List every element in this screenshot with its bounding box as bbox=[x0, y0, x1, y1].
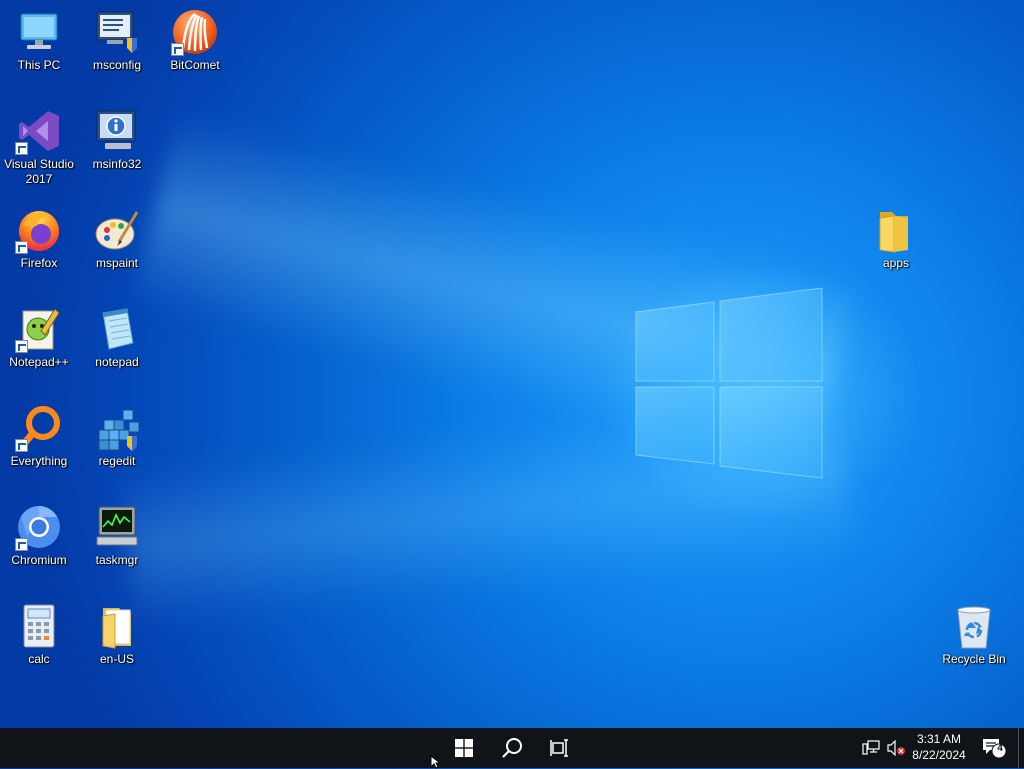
mspaint-icon bbox=[93, 206, 141, 254]
desktop-icon-msinfo32[interactable]: msinfo32 bbox=[79, 103, 155, 172]
calculator-icon bbox=[15, 602, 63, 650]
task-view-icon bbox=[550, 739, 568, 757]
icon-label: Chromium bbox=[11, 553, 67, 567]
desktop-icon-chromium[interactable]: Chromium bbox=[1, 499, 77, 568]
shortcut-arrow-icon bbox=[15, 340, 28, 353]
icon-label: calc bbox=[28, 652, 50, 666]
notepad-icon bbox=[93, 305, 141, 353]
regedit-icon bbox=[93, 404, 141, 452]
desktop-icon-mspaint[interactable]: mspaint bbox=[79, 202, 155, 271]
notepad-plus-plus-icon bbox=[15, 305, 63, 353]
clock-date: 8/22/2024 bbox=[912, 748, 966, 762]
shortcut-arrow-icon bbox=[15, 241, 28, 254]
icon-label: regedit bbox=[98, 454, 136, 468]
icon-label: This PC bbox=[17, 58, 61, 72]
search-button[interactable] bbox=[488, 728, 536, 768]
desktop-icon-en-us[interactable]: en-US bbox=[79, 598, 155, 667]
icon-label: Visual Studio 2017 bbox=[4, 157, 74, 186]
icon-label: en-US bbox=[99, 652, 134, 666]
desktop-icon-taskmgr[interactable]: taskmgr bbox=[79, 499, 155, 568]
shortcut-arrow-icon bbox=[15, 538, 28, 551]
folder-icon bbox=[93, 602, 141, 650]
icon-label: Everything bbox=[10, 454, 68, 468]
desktop-icon-bitcomet[interactable]: BitComet bbox=[157, 4, 233, 73]
network-icon bbox=[862, 740, 880, 755]
icon-label: msinfo32 bbox=[92, 157, 142, 171]
icon-label: Firefox bbox=[20, 256, 58, 270]
desktop[interactable]: This PC Visual Studio 2017 Firefox Notep… bbox=[0, 0, 1024, 728]
start-windows-icon bbox=[455, 739, 473, 757]
notification-count-badge: 4 bbox=[997, 743, 1003, 754]
desktop-icon-calc[interactable]: calc bbox=[1, 598, 77, 667]
shortcut-arrow-icon bbox=[15, 142, 28, 155]
icon-label: Recycle Bin bbox=[942, 652, 1006, 666]
visual-studio-icon bbox=[15, 107, 63, 155]
task-view-button[interactable] bbox=[536, 728, 584, 768]
desktop-icon-visual-studio[interactable]: Visual Studio 2017 bbox=[1, 103, 77, 187]
icon-label: taskmgr bbox=[95, 553, 139, 567]
icon-label: BitComet bbox=[170, 58, 220, 72]
desktop-icon-apps[interactable]: apps bbox=[858, 202, 934, 271]
computer-icon bbox=[15, 8, 63, 56]
recycle-bin-icon bbox=[950, 602, 998, 650]
shortcut-arrow-icon bbox=[15, 439, 28, 452]
action-center-button[interactable]: 4 bbox=[978, 728, 1010, 768]
show-desktop-button[interactable] bbox=[1018, 728, 1024, 768]
network-tray-button[interactable] bbox=[858, 728, 884, 768]
firefox-icon bbox=[15, 206, 63, 254]
windows-wallpaper-logo bbox=[635, 288, 823, 479]
clock-time: 3:31 AM bbox=[916, 732, 962, 746]
taskbar: 3:31 AM 8/22/2024 4 bbox=[0, 728, 1024, 768]
icon-label: Notepad++ bbox=[9, 355, 69, 369]
desktop-icon-firefox[interactable]: Firefox bbox=[1, 202, 77, 271]
everything-search-icon bbox=[15, 404, 63, 452]
desktop-icon-notepad-plus-plus[interactable]: Notepad++ bbox=[1, 301, 77, 370]
mouse-cursor-icon bbox=[430, 755, 442, 769]
msinfo32-icon bbox=[93, 107, 141, 155]
folder-icon bbox=[872, 206, 920, 254]
desktop-icon-msconfig[interactable]: msconfig bbox=[79, 4, 155, 73]
taskmgr-icon bbox=[93, 503, 141, 551]
desktop-icon-this-pc[interactable]: This PC bbox=[1, 4, 77, 73]
icon-label: apps bbox=[882, 256, 910, 270]
icon-label: msconfig bbox=[92, 58, 142, 72]
chromium-icon bbox=[15, 503, 63, 551]
desktop-icon-everything[interactable]: Everything bbox=[1, 400, 77, 469]
bitcomet-icon bbox=[171, 8, 219, 56]
icon-label: mspaint bbox=[95, 256, 139, 270]
shortcut-arrow-icon bbox=[171, 43, 184, 56]
desktop-icon-recycle-bin[interactable]: Recycle Bin bbox=[936, 598, 1012, 667]
icon-label: notepad bbox=[95, 355, 139, 369]
start-button[interactable] bbox=[440, 728, 488, 768]
desktop-icon-notepad[interactable]: notepad bbox=[79, 301, 155, 370]
volume-muted-icon bbox=[887, 740, 905, 756]
search-icon bbox=[502, 738, 522, 758]
msconfig-icon bbox=[93, 8, 141, 56]
clock[interactable]: 3:31 AM 8/22/2024 bbox=[904, 731, 974, 763]
desktop-icon-regedit[interactable]: regedit bbox=[79, 400, 155, 469]
